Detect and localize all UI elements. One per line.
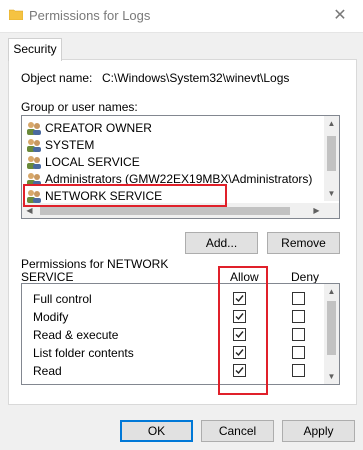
list-item[interactable]: LOCAL SERVICE: [26, 154, 140, 170]
group-list-vertical-scrollbar[interactable]: ▲ ▼: [324, 116, 339, 201]
deny-checkbox[interactable]: [292, 346, 305, 359]
permission-name: Read & execute: [33, 328, 119, 342]
remove-button[interactable]: Remove: [267, 232, 340, 254]
list-item-label: SYSTEM: [45, 138, 95, 152]
scroll-thumb[interactable]: [327, 136, 336, 171]
add-button[interactable]: Add...: [185, 232, 258, 254]
group-list-label: Group or user names:: [21, 100, 138, 114]
list-item-label: CREATOR OWNER: [45, 121, 152, 135]
table-row: List folder contents: [22, 344, 322, 362]
scroll-corner: [324, 203, 339, 218]
folder-icon: [9, 9, 23, 20]
table-row: Read: [22, 362, 322, 380]
deny-checkbox[interactable]: [292, 292, 305, 305]
chevron-up-icon[interactable]: ▲: [324, 284, 339, 299]
title-bar: Permissions for Logs ✕: [0, 0, 363, 33]
window-title: Permissions for Logs: [29, 8, 151, 23]
user-group-icon: [27, 156, 41, 169]
table-row: Read & execute: [22, 326, 322, 344]
object-name-label: Object name:: [21, 71, 93, 85]
object-name-value: C:\Windows\System32\winevt\Logs: [102, 71, 290, 85]
scroll-thumb[interactable]: [40, 207, 290, 215]
permissions-label-line1: Permissions for NETWORK: [21, 257, 169, 271]
apply-button[interactable]: Apply: [282, 420, 355, 442]
deny-checkbox[interactable]: [292, 364, 305, 377]
deny-column-header: Deny: [291, 270, 320, 284]
user-group-icon: [27, 139, 41, 152]
permissions-list: Full control Modify Read & execute List …: [21, 283, 340, 385]
deny-checkbox[interactable]: [292, 310, 305, 323]
list-item-label: LOCAL SERVICE: [45, 155, 140, 169]
list-item[interactable]: SYSTEM: [26, 137, 94, 153]
table-row: Full control: [22, 290, 322, 308]
cancel-button[interactable]: Cancel: [201, 420, 274, 442]
table-row: Modify: [22, 308, 322, 326]
permission-name: Read: [33, 364, 62, 378]
chevron-right-icon[interactable]: ▶: [309, 203, 324, 218]
allow-column-highlight: [218, 266, 268, 395]
chevron-up-icon[interactable]: ▲: [324, 116, 339, 131]
permission-name: List folder contents: [33, 346, 134, 360]
permission-name: Modify: [33, 310, 69, 324]
chevron-down-icon[interactable]: ▼: [324, 186, 339, 201]
user-group-icon: [27, 122, 41, 135]
deny-checkbox[interactable]: [292, 328, 305, 341]
permission-name: Full control: [33, 292, 92, 306]
close-button[interactable]: ✕: [317, 0, 363, 31]
close-icon: ✕: [333, 7, 347, 24]
tab-security[interactable]: Security: [8, 38, 62, 61]
selected-item-highlight: [23, 184, 227, 207]
permissions-label-line2: SERVICE: [21, 270, 74, 284]
ok-button[interactable]: OK: [120, 420, 193, 442]
chevron-down-icon[interactable]: ▼: [324, 369, 339, 384]
scroll-thumb[interactable]: [327, 301, 336, 355]
list-item[interactable]: CREATOR OWNER: [26, 120, 152, 136]
permissions-vertical-scrollbar[interactable]: ▲ ▼: [324, 284, 339, 384]
